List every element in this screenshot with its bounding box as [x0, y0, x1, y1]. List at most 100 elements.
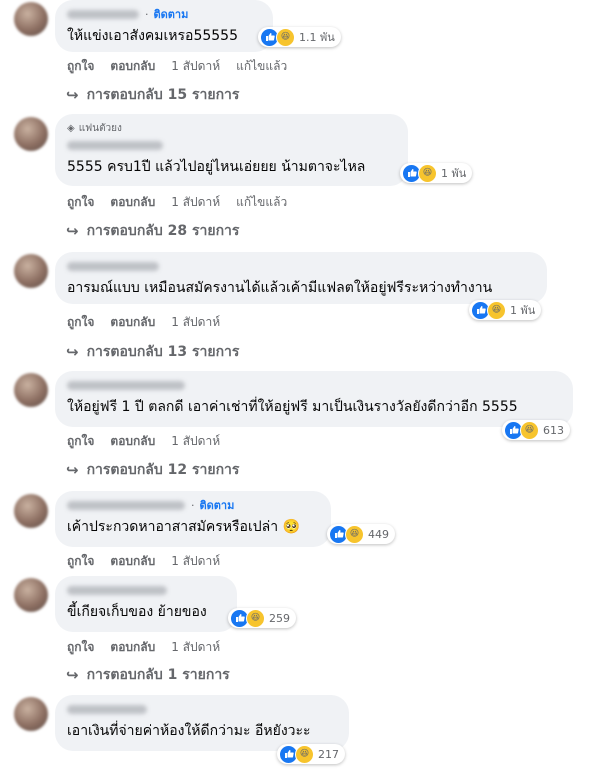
- timestamp[interactable]: 1 สัปดาห์: [171, 313, 220, 332]
- replies-label: การตอบกลับ 15 รายการ: [86, 87, 240, 103]
- comment-text: ให้อยู่ฟรี 1 ปี ตลกดี เอาค่าเช่าที่ให้อย…: [67, 399, 518, 415]
- timestamp[interactable]: 1 สัปดาห์: [171, 193, 220, 212]
- author-name[interactable]: [67, 140, 163, 150]
- separator-dot: ·: [191, 498, 195, 512]
- replies-label: การตอบกลับ 28 รายการ: [86, 223, 240, 239]
- comment-bubble: ◈ แฟนตัวยง 5555 ครบ1ปี แล้วไปอยู่ไหนเอ่ย…: [55, 114, 408, 186]
- comment-actions: ถูกใจ ตอบกลับ 1 สัปดาห์: [67, 552, 220, 571]
- comment-header: [67, 378, 561, 392]
- author-name[interactable]: [67, 9, 139, 19]
- reaction-count: 217: [318, 747, 339, 761]
- comment-actions: ถูกใจ ตอบกลับ 1 สัปดาห์: [67, 313, 220, 332]
- avatar[interactable]: [14, 373, 48, 407]
- replies-label: การตอบกลับ 13 รายการ: [86, 344, 240, 360]
- reaction-count: 1.1 พัน: [299, 31, 335, 44]
- reply-arrow-icon: ↪: [66, 666, 79, 684]
- view-replies-button[interactable]: ↪ การตอบกลับ 15 รายการ: [66, 84, 239, 106]
- like-button[interactable]: ถูกใจ: [67, 313, 94, 332]
- reaction-summary[interactable]: 😆 1.1 พัน: [258, 27, 341, 47]
- reply-arrow-icon: ↪: [66, 461, 79, 479]
- fan-badge: ◈ แฟนตัวยง: [67, 121, 396, 136]
- comment-text: เอาเงินที่จ่ายค่าห้องให้ดีกว่ามะ อีหยังว…: [67, 723, 311, 739]
- avatar[interactable]: [14, 2, 48, 36]
- timestamp[interactable]: 1 สัปดาห์: [171, 432, 220, 451]
- reaction-count: 259: [269, 611, 290, 625]
- like-button[interactable]: ถูกใจ: [67, 193, 94, 212]
- reaction-count: 1 พัน: [510, 304, 536, 317]
- reply-arrow-icon: ↪: [66, 222, 79, 240]
- comment-header: [67, 138, 396, 152]
- reaction-summary[interactable]: 😆 613: [502, 420, 570, 440]
- reaction-summary[interactable]: 😆 217: [277, 744, 345, 764]
- fan-badge-label: แฟนตัวยง: [78, 123, 122, 134]
- comment-bubble: ขี้เกียจเก็บของ ย้ายของ: [55, 576, 237, 632]
- haha-icon: 😆: [418, 163, 437, 183]
- comment-text: เค้าประกวดหาอาสาสมัครหรือเปล่า 🥺: [67, 519, 300, 535]
- haha-icon: 😆: [520, 420, 539, 440]
- reply-button[interactable]: ตอบกลับ: [110, 432, 155, 451]
- haha-icon: 😆: [276, 27, 295, 47]
- comment-text: ให้แข่งเอาสังคมเหรอ55555: [67, 28, 239, 44]
- follow-button[interactable]: ติดตาม: [154, 5, 189, 23]
- timestamp[interactable]: 1 สัปดาห์: [171, 57, 220, 76]
- comment-header: [67, 259, 535, 273]
- reaction-count: 613: [543, 423, 564, 437]
- follow-button[interactable]: ติดตาม: [200, 496, 235, 514]
- like-button[interactable]: ถูกใจ: [67, 552, 94, 571]
- comment-header: [67, 702, 337, 716]
- reply-button[interactable]: ตอบกลับ: [110, 193, 155, 212]
- reaction-summary[interactable]: 😆 1 พัน: [469, 300, 542, 320]
- comment-actions: ถูกใจ ตอบกลับ 1 สัปดาห์: [67, 638, 220, 657]
- comment-text: 5555 ครบ1ปี แล้วไปอยู่ไหนเอ่ยยย น้ามตาจะ…: [67, 159, 366, 175]
- avatar[interactable]: [14, 254, 48, 288]
- haha-icon: 😆: [295, 744, 314, 764]
- author-name[interactable]: [67, 500, 185, 510]
- reply-button[interactable]: ตอบกลับ: [110, 638, 155, 657]
- author-name[interactable]: [67, 380, 185, 390]
- comment-actions: ถูกใจ ตอบกลับ 1 สัปดาห์: [67, 432, 220, 451]
- comment-bubble: · ติดตาม ให้แข่งเอาสังคมเหรอ55555: [55, 0, 273, 52]
- avatar[interactable]: [14, 697, 48, 731]
- author-name[interactable]: [67, 704, 147, 714]
- comment-header: [67, 583, 225, 597]
- edited-label: แก้ไขแล้ว: [236, 195, 288, 209]
- diamond-icon: ◈: [67, 123, 75, 134]
- edited-label: แก้ไขแล้ว: [236, 59, 288, 73]
- reaction-summary[interactable]: 😆 1 พัน: [400, 163, 473, 183]
- view-replies-button[interactable]: ↪ การตอบกลับ 12 รายการ: [66, 459, 239, 481]
- comment-actions: ถูกใจ ตอบกลับ 1 สัปดาห์ แก้ไขแล้ว: [67, 57, 287, 76]
- haha-icon: 😆: [345, 524, 364, 544]
- comment-text: อารมณ์แบบ เหมือนสมัครงานได้แล้วเค้ามีแฟล…: [67, 280, 493, 296]
- comment-bubble: อารมณ์แบบ เหมือนสมัครงานได้แล้วเค้ามีแฟล…: [55, 252, 547, 304]
- replies-label: การตอบกลับ 12 รายการ: [86, 462, 240, 478]
- reply-button[interactable]: ตอบกลับ: [110, 552, 155, 571]
- comment-actions: ถูกใจ ตอบกลับ 1 สัปดาห์ แก้ไขแล้ว: [67, 193, 287, 212]
- timestamp[interactable]: 1 สัปดาห์: [171, 552, 220, 571]
- avatar[interactable]: [14, 117, 48, 151]
- haha-icon: 😆: [487, 300, 506, 320]
- like-button[interactable]: ถูกใจ: [67, 432, 94, 451]
- reply-arrow-icon: ↪: [66, 86, 79, 104]
- reply-arrow-icon: ↪: [66, 343, 79, 361]
- timestamp[interactable]: 1 สัปดาห์: [171, 638, 220, 657]
- avatar[interactable]: [14, 578, 48, 612]
- comment-bubble: ให้อยู่ฟรี 1 ปี ตลกดี เอาค่าเช่าที่ให้อย…: [55, 371, 573, 427]
- view-replies-button[interactable]: ↪ การตอบกลับ 1 รายการ: [66, 664, 230, 686]
- comment-bubble: เอาเงินที่จ่ายค่าห้องให้ดีกว่ามะ อีหยังว…: [55, 695, 349, 751]
- reaction-count: 1 พัน: [441, 167, 467, 180]
- view-replies-button[interactable]: ↪ การตอบกลับ 13 รายการ: [66, 341, 239, 363]
- comment-text: ขี้เกียจเก็บของ ย้ายของ: [67, 604, 207, 620]
- reply-button[interactable]: ตอบกลับ: [110, 313, 155, 332]
- reaction-summary[interactable]: 😆 449: [327, 524, 395, 544]
- author-name[interactable]: [67, 261, 159, 271]
- like-button[interactable]: ถูกใจ: [67, 638, 94, 657]
- comment-header: · ติดตาม: [67, 7, 261, 21]
- replies-label: การตอบกลับ 1 รายการ: [86, 667, 230, 683]
- author-name[interactable]: [67, 585, 167, 595]
- reply-button[interactable]: ตอบกลับ: [110, 57, 155, 76]
- like-button[interactable]: ถูกใจ: [67, 57, 94, 76]
- avatar[interactable]: [14, 494, 48, 528]
- reaction-count: 449: [368, 527, 389, 541]
- reaction-summary[interactable]: 😆 259: [228, 608, 296, 628]
- view-replies-button[interactable]: ↪ การตอบกลับ 28 รายการ: [66, 220, 239, 242]
